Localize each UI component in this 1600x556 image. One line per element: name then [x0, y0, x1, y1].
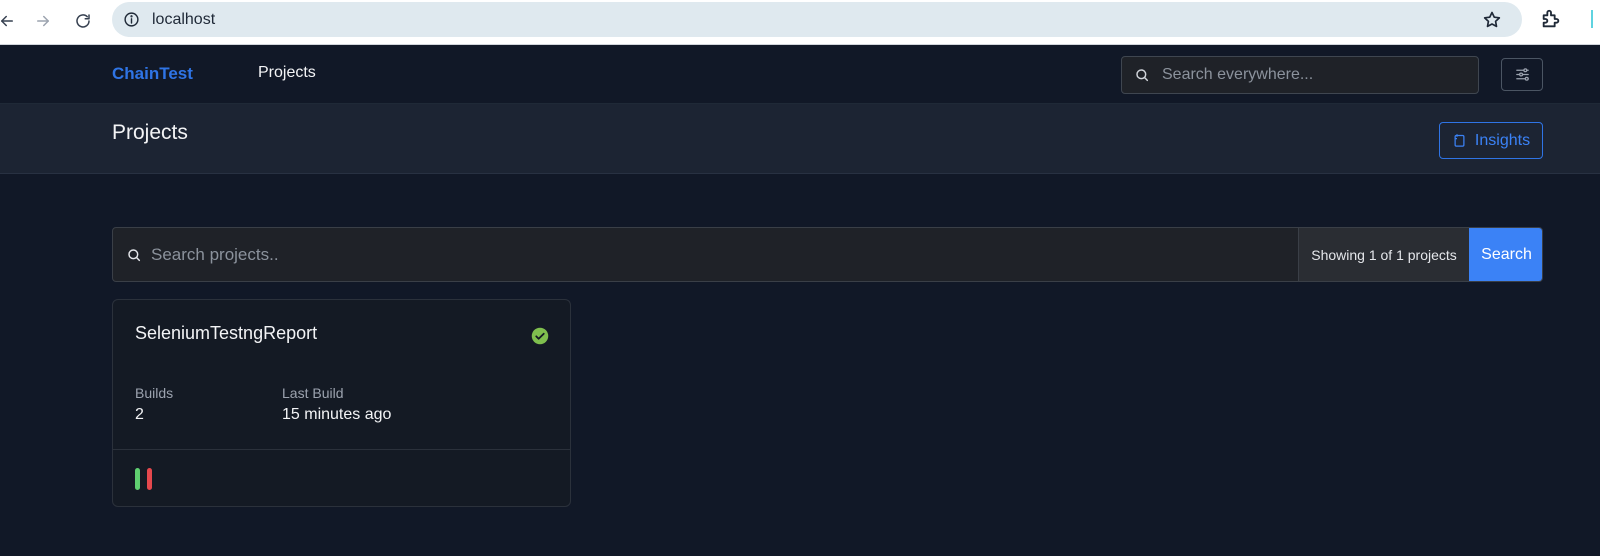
back-arrow-icon[interactable] — [0, 8, 20, 34]
card-divider — [113, 449, 570, 450]
insights-button[interactable]: Insights — [1439, 122, 1543, 159]
notebook-icon — [1454, 134, 1465, 147]
last-build-value: 15 minutes ago — [282, 406, 392, 423]
build-result-bar-passed[interactable] — [135, 468, 140, 490]
project-search-input[interactable] — [151, 228, 1291, 281]
forward-arrow-icon[interactable] — [30, 8, 56, 34]
project-name[interactable]: SeleniumTestngReport — [135, 323, 317, 344]
browser-chrome: localhost — [0, 0, 1600, 45]
global-search-input[interactable] — [1162, 57, 1462, 93]
builds-value: 2 — [135, 406, 144, 423]
results-count: Showing 1 of 1 projects — [1298, 228, 1469, 281]
bookmark-star-icon[interactable] — [1482, 10, 1502, 30]
insights-label: Insights — [1474, 131, 1531, 149]
page-title: Projects — [112, 121, 188, 144]
sliders-icon — [1515, 68, 1529, 81]
site-info-icon[interactable] — [123, 11, 140, 28]
nav-link-projects[interactable]: Projects — [258, 64, 316, 82]
settings-button[interactable] — [1501, 58, 1543, 91]
search-icon — [128, 249, 141, 262]
search-button[interactable]: Search — [1469, 228, 1542, 281]
builds-label: Builds — [135, 385, 174, 401]
build-result-bar-failed[interactable] — [147, 468, 152, 490]
page-header: Projects Insights — [0, 104, 1600, 174]
address-bar[interactable]: localhost — [112, 2, 1522, 37]
last-build-label: Last Build — [282, 385, 344, 401]
brand-logo[interactable]: ChainTest — [112, 64, 193, 84]
project-search-bar: Showing 1 of 1 projects Search — [112, 227, 1543, 282]
project-card[interactable]: SeleniumTestngReport Builds 2 Last Build… — [112, 299, 571, 507]
search-icon — [1136, 69, 1149, 82]
check-circle-icon — [531, 327, 549, 345]
reload-icon[interactable] — [70, 8, 96, 34]
extensions-icon[interactable] — [1540, 8, 1562, 30]
top-navbar: ChainTest Projects — [0, 45, 1600, 104]
profile-edge-indicator — [1591, 10, 1593, 28]
address-url: localhost — [152, 11, 216, 28]
global-search[interactable] — [1121, 56, 1479, 94]
